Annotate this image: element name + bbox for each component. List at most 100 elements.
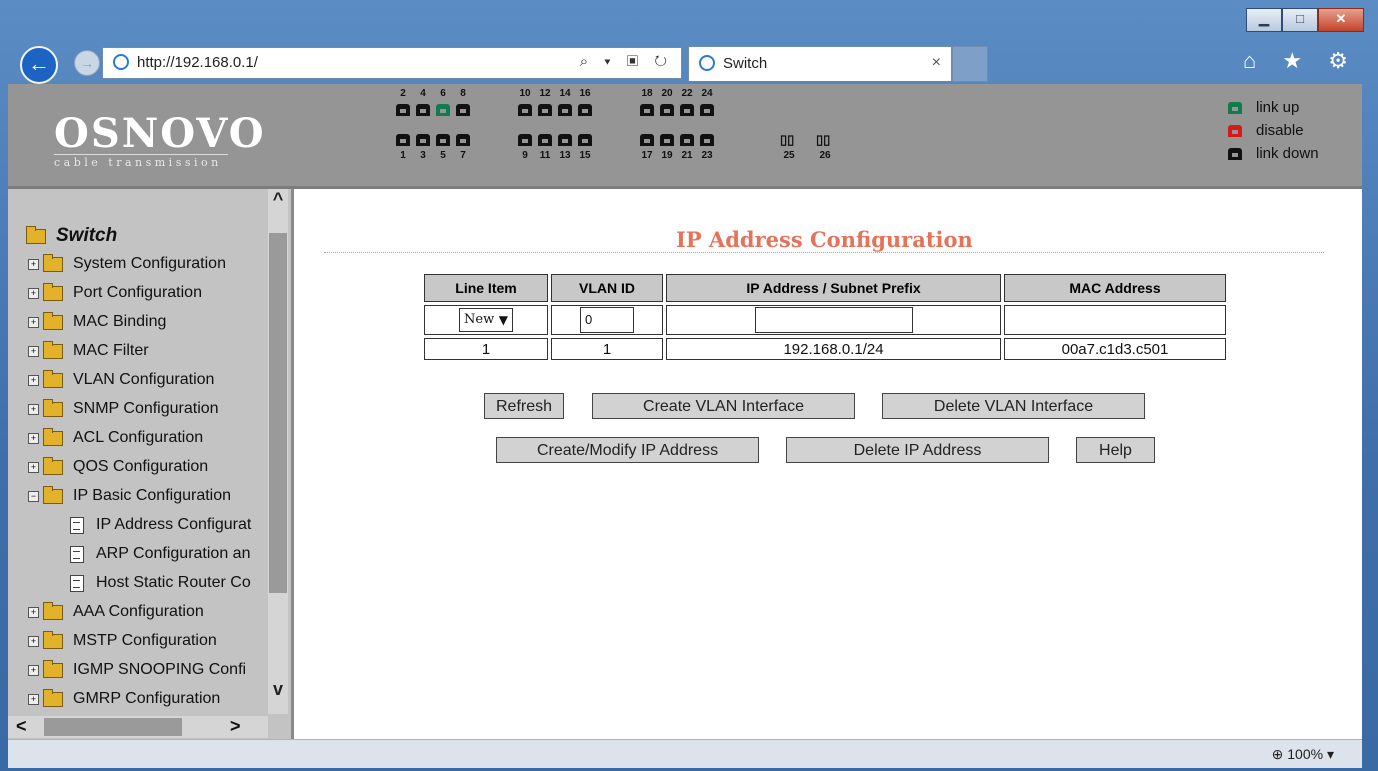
vlan-id-input[interactable]: 0 <box>580 307 634 333</box>
expand-icon[interactable]: + <box>28 316 39 328</box>
port-icon[interactable] <box>518 104 532 116</box>
port-icon[interactable] <box>518 134 532 146</box>
vertical-scroll-thumb[interactable] <box>269 233 287 593</box>
sidebar-subitem[interactable]: ARP Configuration an <box>70 545 250 563</box>
sidebar-item-label: MAC Binding <box>73 313 167 330</box>
close-button[interactable]: ✕ <box>1318 8 1364 32</box>
logo: OSNOVO <box>54 110 266 157</box>
address-url[interactable]: http://192.168.0.1/ <box>137 54 258 71</box>
scroll-up-icon[interactable]: ^ <box>268 189 288 210</box>
port-icon[interactable] <box>396 104 410 116</box>
port-icon[interactable] <box>456 104 470 116</box>
port-number-label: 14 <box>559 88 571 99</box>
expand-icon[interactable]: + <box>28 461 39 473</box>
sidebar-item[interactable]: + SNMP Configuration <box>28 398 219 418</box>
refresh-button[interactable]: Refresh <box>484 393 564 419</box>
toolbar-icons[interactable]: ⌂ ★ ⚙ <box>1243 48 1358 74</box>
expand-icon[interactable]: + <box>28 287 39 299</box>
port-icon[interactable] <box>660 104 674 116</box>
delete-ip-button[interactable]: Delete IP Address <box>786 437 1049 463</box>
zoom-control[interactable]: ⊕ 100% ▾ <box>1272 746 1334 763</box>
tab-switch[interactable]: Switch × <box>688 46 952 81</box>
folder-icon <box>43 340 63 359</box>
port-icon[interactable] <box>416 134 430 146</box>
expand-icon[interactable]: + <box>28 258 39 270</box>
scroll-right-icon[interactable]: > <box>230 716 241 737</box>
delete-vlan-interface-button[interactable]: Delete VLAN Interface <box>882 393 1145 419</box>
sidebar-item-label: QOS Configuration <box>73 458 209 475</box>
vertical-scrollbar[interactable]: ^ v <box>268 189 288 714</box>
expand-icon[interactable]: + <box>28 374 39 386</box>
expand-icon[interactable]: + <box>28 403 39 415</box>
port-icon[interactable] <box>416 104 430 116</box>
folder-icon <box>43 485 63 504</box>
expand-icon[interactable]: + <box>28 693 39 705</box>
new-tab-button[interactable] <box>952 46 988 82</box>
logo-subtitle: cable transmission <box>54 154 228 169</box>
sidebar-item[interactable]: − IP Basic Configuration <box>28 485 231 505</box>
expand-icon[interactable]: + <box>28 664 39 676</box>
horizontal-scroll-thumb[interactable] <box>44 718 182 736</box>
port-icon[interactable] <box>436 104 450 116</box>
sidebar-subitem[interactable]: Host Static Router Co <box>70 574 251 592</box>
tab-close-icon[interactable]: × <box>932 54 941 72</box>
sidebar-item[interactable]: + MAC Filter <box>28 340 149 360</box>
table-row[interactable]: 1 1 192.168.0.1/24 00a7.c1d3.c501 <box>424 338 1226 360</box>
expand-icon[interactable]: + <box>28 606 39 618</box>
port-icon[interactable] <box>680 104 694 116</box>
ip-cell <box>666 305 1001 335</box>
expand-icon[interactable]: + <box>28 635 39 647</box>
port-icon[interactable] <box>680 134 694 146</box>
navigation-row: ← → http://192.168.0.1/ ⌕ ▾ ▣ ↻ Switch ×… <box>0 42 1378 84</box>
collapse-icon[interactable]: − <box>28 490 39 502</box>
port-icon[interactable] <box>578 104 592 116</box>
port-icon[interactable] <box>538 134 552 146</box>
fiber-port-icon[interactable]: ▯▯ <box>780 132 794 148</box>
sidebar-item[interactable]: + MSTP Configuration <box>28 630 217 650</box>
ip-address-table: Line Item VLAN ID IP Address / Subnet Pr… <box>421 271 1229 363</box>
port-icon[interactable] <box>578 134 592 146</box>
help-button[interactable]: Help <box>1076 437 1155 463</box>
minimize-button[interactable]: ▁ <box>1246 8 1282 32</box>
port-icon[interactable] <box>640 104 654 116</box>
port-icon[interactable] <box>558 104 572 116</box>
back-button[interactable]: ← <box>20 46 58 84</box>
port-icon[interactable] <box>538 104 552 116</box>
port-icon[interactable] <box>640 134 654 146</box>
sidebar-item[interactable]: + System Configuration <box>28 253 226 273</box>
main-panel: IP Address Configuration Line Item VLAN … <box>294 189 1362 739</box>
port-icon[interactable] <box>558 134 572 146</box>
expand-icon[interactable]: + <box>28 345 39 357</box>
port-icon[interactable] <box>396 134 410 146</box>
sidebar-item[interactable]: + ACL Configuration <box>28 427 203 447</box>
scroll-down-icon[interactable]: v <box>268 679 288 700</box>
sidebar-item[interactable]: + AAA Configuration <box>28 601 204 621</box>
ip-address-input[interactable] <box>754 307 913 333</box>
sidebar-item[interactable]: + VLAN Configuration <box>28 369 214 389</box>
forward-button[interactable]: → <box>74 50 100 76</box>
port-icon[interactable] <box>660 134 674 146</box>
address-tools-icons[interactable]: ⌕ ▾ ▣ ↻ <box>580 53 673 70</box>
ie-icon <box>699 55 715 71</box>
tree-root-label: Switch <box>56 225 118 246</box>
address-bar[interactable]: http://192.168.0.1/ ⌕ ▾ ▣ ↻ <box>102 47 682 79</box>
port-icon[interactable] <box>700 134 714 146</box>
maximize-button[interactable]: □ <box>1282 8 1318 32</box>
create-modify-ip-button[interactable]: Create/Modify IP Address <box>496 437 759 463</box>
tree-root-switch[interactable]: Switch <box>26 225 117 247</box>
scroll-left-icon[interactable]: < <box>16 716 27 737</box>
port-icon[interactable] <box>700 104 714 116</box>
sidebar-item[interactable]: + MAC Binding <box>28 311 167 331</box>
expand-icon[interactable]: + <box>28 432 39 444</box>
sidebar-item[interactable]: + IGMP SNOOPING Confi <box>28 659 246 679</box>
sidebar-subitem[interactable]: IP Address Configurat <box>70 516 251 534</box>
fiber-port-icon[interactable]: ▯▯ <box>816 132 830 148</box>
line-item-select[interactable]: New ▼ <box>459 308 513 332</box>
sidebar-item[interactable]: + Port Configuration <box>28 282 202 302</box>
port-icon[interactable] <box>436 134 450 146</box>
port-icon[interactable] <box>456 134 470 146</box>
sidebar-item[interactable]: + GMRP Configuration <box>28 688 220 708</box>
create-vlan-interface-button[interactable]: Create VLAN Interface <box>592 393 855 419</box>
sidebar-item[interactable]: + QOS Configuration <box>28 456 209 476</box>
horizontal-scrollbar[interactable]: < > <box>8 716 268 738</box>
